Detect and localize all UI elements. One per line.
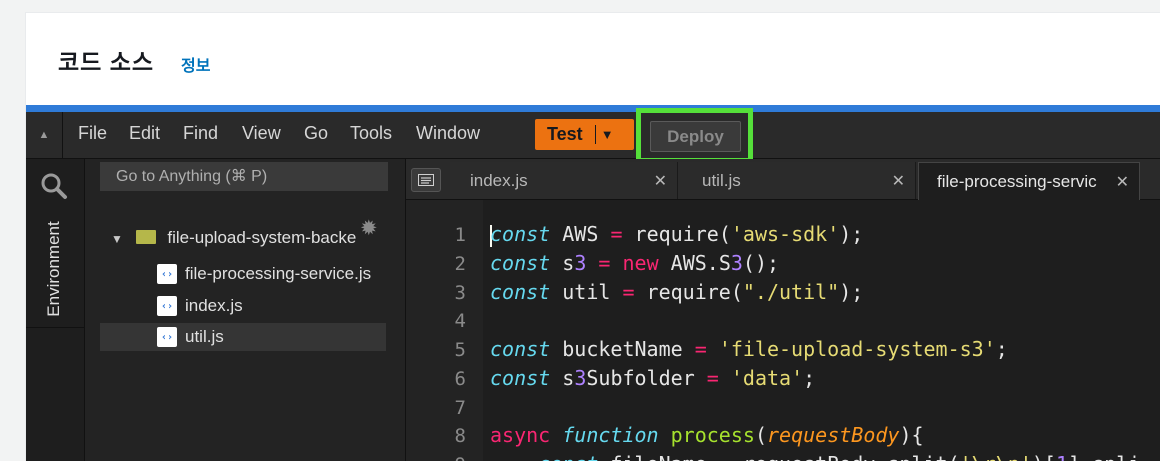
line-number: 8 bbox=[454, 425, 466, 447]
dropdown-triangle-icon[interactable]: ▼ bbox=[601, 127, 614, 142]
code-line: const util = require("./util"); bbox=[490, 280, 864, 304]
left-rail: Environment bbox=[26, 159, 85, 461]
tab-label: index.js bbox=[470, 170, 528, 190]
file-item-util[interactable]: ‹› util.js bbox=[100, 323, 386, 351]
code-line: const AWS = require('aws-sdk'); bbox=[490, 222, 864, 247]
code-line: const s3 = new AWS.S3(); bbox=[490, 251, 780, 275]
line-number: 5 bbox=[454, 339, 466, 361]
test-button-separator bbox=[594, 125, 596, 144]
tab-label: file-processing-servic bbox=[937, 171, 1097, 191]
folder-expand-icon[interactable]: ▼ bbox=[111, 232, 123, 246]
test-button-label: Test bbox=[547, 124, 583, 144]
menu-view[interactable]: View bbox=[242, 123, 281, 144]
file-name: index.js bbox=[185, 296, 243, 315]
file-item-file-processing-service[interactable]: ‹› file-processing-service.js bbox=[157, 260, 371, 288]
go-to-anything-input[interactable] bbox=[100, 162, 388, 191]
menu-edit[interactable]: Edit bbox=[129, 123, 160, 144]
environment-tab-label: Environment bbox=[44, 221, 63, 317]
chevron-up-icon: ▲ bbox=[38, 129, 50, 141]
close-icon[interactable]: ✕ bbox=[1116, 172, 1129, 192]
file-name: util.js bbox=[185, 327, 224, 346]
file-explorer: ✹ ▼ file-upload-system-backe ‹› file-pro… bbox=[85, 159, 406, 461]
line-number: 7 bbox=[454, 397, 466, 419]
deploy-button[interactable]: Deploy bbox=[650, 121, 741, 152]
folder-name: file-upload-system-backe bbox=[167, 228, 356, 247]
gear-icon[interactable]: ✹ bbox=[360, 216, 378, 241]
tab-util-js[interactable]: util.js ✕ bbox=[678, 162, 916, 199]
editor-tabs: index.js ✕ util.js ✕ file-processing-ser… bbox=[406, 159, 1160, 200]
file-item-index[interactable]: ‹› index.js bbox=[157, 292, 243, 320]
line-number: 4 bbox=[454, 310, 466, 332]
environment-tab[interactable]: Environment bbox=[26, 207, 84, 328]
code-source-panel: 코드 소스 정보 ▲ File Edit Find View Go Tools … bbox=[25, 12, 1160, 461]
line-number: 3 bbox=[454, 282, 466, 304]
tab-file-processing-service[interactable]: file-processing-servic ✕ bbox=[918, 162, 1140, 200]
code-editor[interactable]: 1 2 3 4 5 6 7 8 9 const AWS = require('a… bbox=[406, 200, 1160, 461]
tab-label: util.js bbox=[702, 170, 741, 190]
menu-file[interactable]: File bbox=[78, 123, 107, 144]
code-line: const s3Subfolder = 'data'; bbox=[490, 366, 816, 390]
info-link[interactable]: 정보 bbox=[181, 52, 210, 76]
page-title: 코드 소스 bbox=[58, 49, 155, 75]
menu-window[interactable]: Window bbox=[416, 123, 480, 144]
menu-go[interactable]: Go bbox=[304, 123, 328, 144]
file-name: file-processing-service.js bbox=[185, 264, 372, 283]
close-icon[interactable]: ✕ bbox=[892, 171, 905, 191]
folder-icon bbox=[135, 230, 156, 244]
line-number-gutter: 1 2 3 4 5 6 7 8 9 bbox=[406, 200, 483, 461]
cloud9-ide: ▲ File Edit Find View Go Tools Window Te… bbox=[26, 108, 1160, 461]
folder-row[interactable]: ▼ file-upload-system-backe bbox=[111, 228, 356, 248]
panel-header: 코드 소스 정보 bbox=[26, 13, 1160, 105]
close-icon[interactable]: ✕ bbox=[654, 171, 667, 191]
js-file-icon: ‹› bbox=[157, 264, 177, 284]
collapse-menu-button[interactable]: ▲ bbox=[26, 112, 63, 158]
code-line: async function process(requestBody){ bbox=[490, 423, 924, 447]
tab-menu-button[interactable] bbox=[411, 168, 441, 192]
test-button[interactable]: Test ▼ bbox=[535, 119, 634, 150]
line-number: 2 bbox=[454, 253, 466, 275]
js-file-icon: ‹› bbox=[157, 296, 177, 316]
menu-find[interactable]: Find bbox=[183, 123, 218, 144]
tab-index-js[interactable]: index.js ✕ bbox=[450, 162, 678, 199]
line-number: 1 bbox=[454, 224, 466, 246]
tab-menu-icon bbox=[418, 174, 434, 186]
code-line: const bucketName = 'file-upload-system-s… bbox=[490, 337, 1008, 361]
menu-tools[interactable]: Tools bbox=[350, 123, 392, 144]
search-icon[interactable] bbox=[39, 171, 69, 201]
menubar: ▲ File Edit Find View Go Tools Window Te… bbox=[26, 108, 1160, 163]
header-divider bbox=[26, 105, 1160, 112]
js-file-icon: ‹› bbox=[157, 327, 177, 347]
line-number: 6 bbox=[454, 368, 466, 390]
